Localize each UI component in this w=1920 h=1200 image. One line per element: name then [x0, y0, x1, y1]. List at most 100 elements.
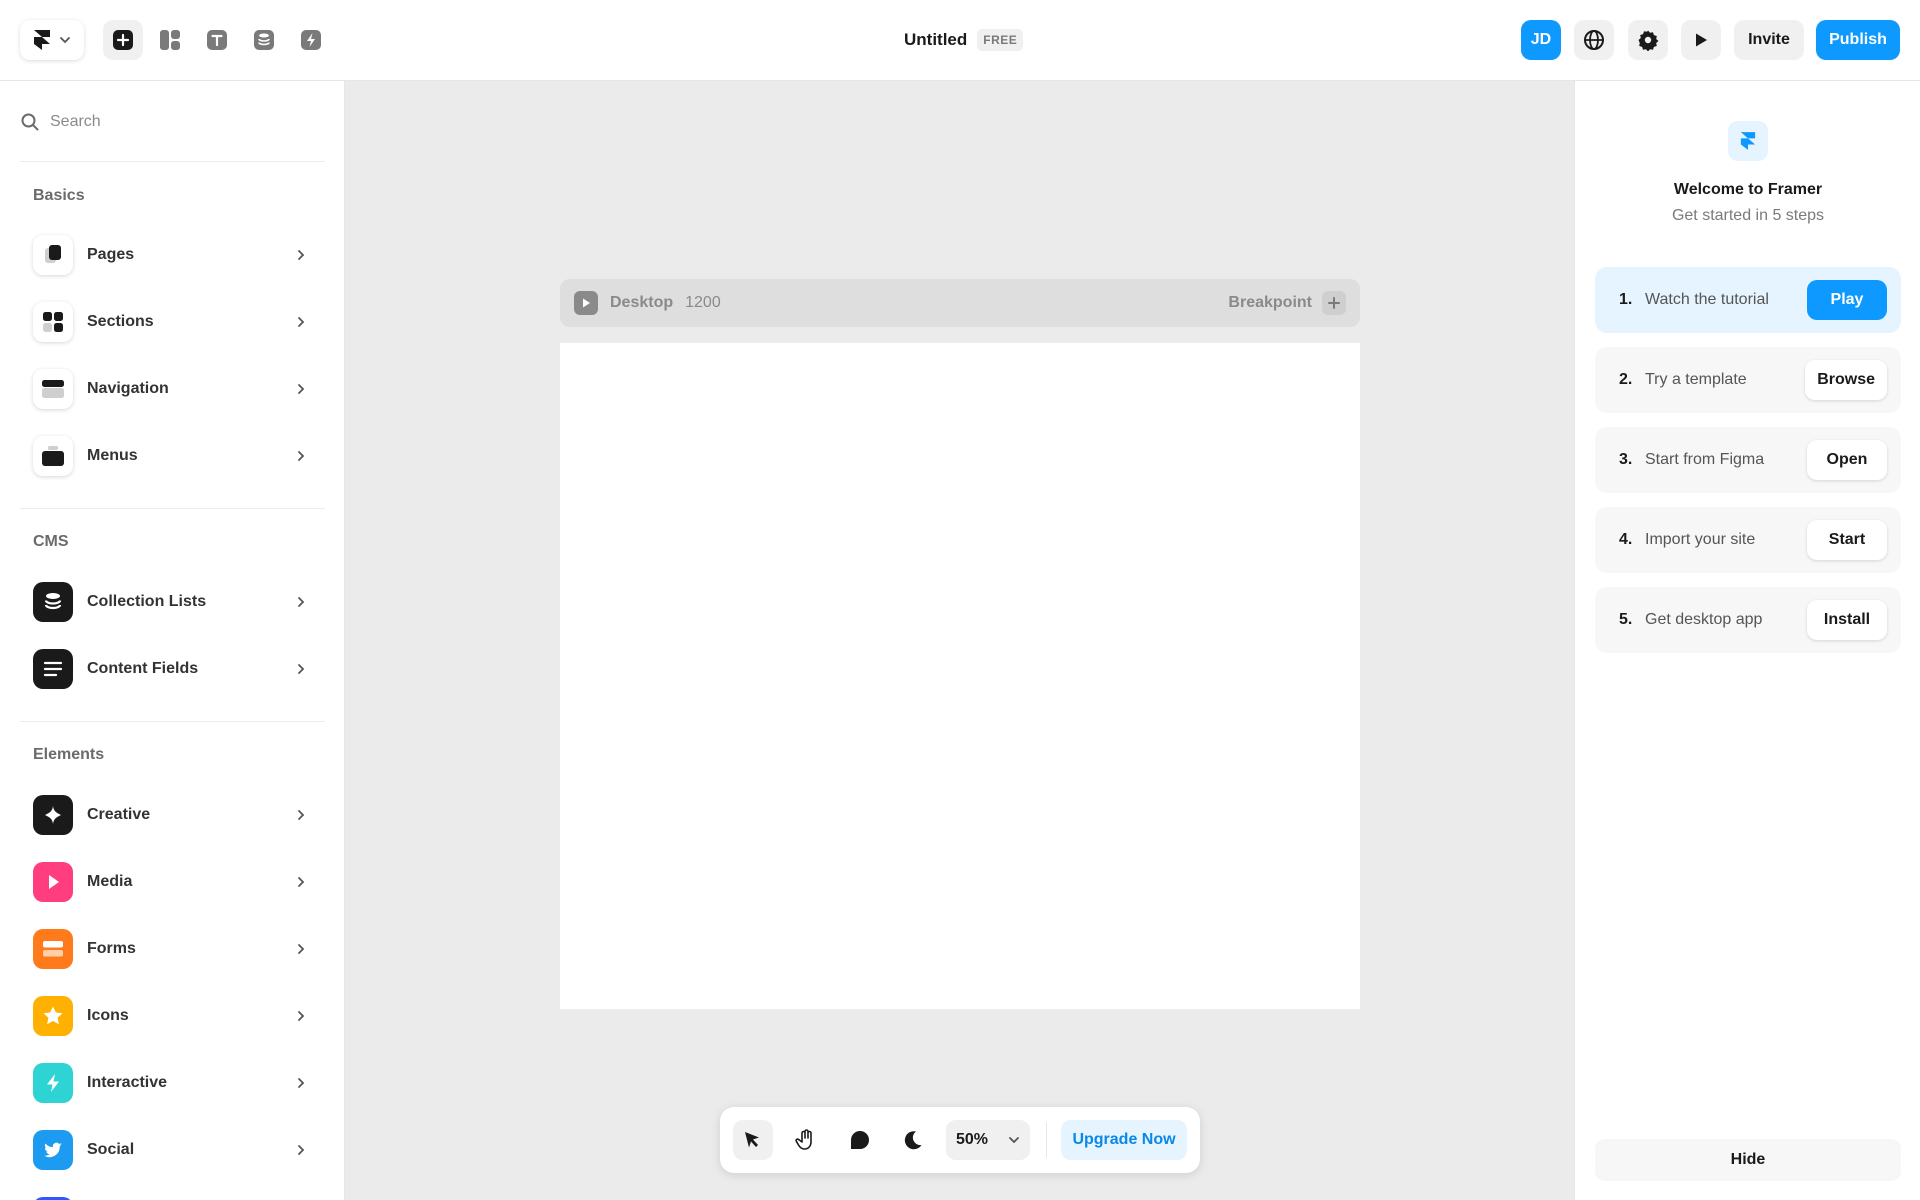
onboarding-step[interactable]: 3. Start from Figma Open	[1595, 427, 1901, 493]
sidebar-item-media[interactable]: Media	[20, 854, 325, 910]
menus-icon	[33, 436, 73, 476]
zoom-select[interactable]: 50%	[946, 1120, 1030, 1160]
layout-button[interactable]	[150, 20, 190, 60]
globe-icon	[1584, 30, 1604, 50]
hand-tool-button[interactable]	[786, 1120, 826, 1160]
sidebar-item-icons[interactable]: Icons	[20, 988, 325, 1044]
chevron-right-icon	[293, 448, 309, 464]
onboarding-step[interactable]: 4. Import your site Start	[1595, 507, 1901, 573]
sidebar-item-label: Media	[87, 873, 133, 890]
frame-header[interactable]: Desktop 1200 Breakpoint	[560, 279, 1360, 327]
welcome-panel: Welcome to Framer Get started in 5 steps…	[1574, 81, 1920, 1200]
sidebar-item-creative[interactable]: Creative	[20, 787, 325, 843]
frame-preview-button[interactable]	[574, 291, 598, 315]
sidebar-item-label: Social	[87, 1141, 135, 1158]
sidebar-item-label: Interactive	[87, 1074, 168, 1091]
divider	[20, 161, 325, 162]
step-number: 1.	[1619, 291, 1633, 308]
comment-tool-button[interactable]	[840, 1120, 880, 1160]
search-bar[interactable]	[20, 105, 325, 139]
layout-icon	[160, 30, 180, 50]
star-icon	[33, 996, 73, 1036]
chevron-down-icon	[60, 37, 70, 44]
bolt-icon	[301, 30, 321, 50]
browse-templates-button[interactable]: Browse	[1805, 360, 1887, 400]
play-icon	[1696, 33, 1707, 47]
select-tool-button[interactable]	[733, 1120, 773, 1160]
sidebar-item-label: Creative	[87, 806, 151, 823]
sidebar-item-sections[interactable]: Sections	[20, 294, 325, 350]
interactions-button[interactable]	[291, 20, 331, 60]
invite-button[interactable]: Invite	[1734, 20, 1804, 60]
desktop-frame[interactable]	[560, 343, 1360, 1009]
step-text: Import your site	[1645, 531, 1756, 548]
gear-icon	[1638, 30, 1659, 51]
section-label-cms: CMS	[33, 533, 69, 550]
onboarding-step[interactable]: 1. Watch the tutorial Play	[1595, 267, 1901, 333]
sidebar-item-partial[interactable]	[20, 1189, 325, 1200]
insert-sidebar: Basics Pages Sections Navigation Menus C…	[0, 81, 345, 1200]
play-tutorial-button[interactable]: Play	[1807, 280, 1887, 320]
cursor-icon	[745, 1132, 759, 1148]
chevron-right-icon	[293, 314, 309, 330]
user-avatar[interactable]: JD	[1521, 20, 1561, 60]
breakpoint-label: Breakpoint	[1228, 294, 1312, 311]
sidebar-item-label: Collection Lists	[87, 593, 207, 610]
preview-button[interactable]	[1681, 20, 1721, 60]
chevron-right-icon	[293, 661, 309, 677]
document-name[interactable]: Untitled	[904, 30, 967, 50]
frame-width: 1200	[685, 294, 721, 311]
section-label-elements: Elements	[33, 746, 105, 763]
sidebar-item-social[interactable]: Social	[20, 1122, 325, 1178]
sidebar-item-interactive[interactable]: Interactive	[20, 1055, 325, 1111]
hand-icon	[795, 1129, 812, 1150]
sections-icon	[33, 302, 73, 342]
welcome-title: Welcome to Framer	[1673, 181, 1823, 198]
sidebar-item-collection-lists[interactable]: Collection Lists	[20, 574, 325, 630]
step-text: Watch the tutorial	[1645, 291, 1769, 308]
hide-panel-button[interactable]: Hide	[1595, 1139, 1901, 1181]
text-lines-icon	[33, 649, 73, 689]
search-input[interactable]	[50, 113, 310, 131]
pages-icon	[33, 235, 73, 275]
chevron-right-icon	[293, 1075, 309, 1091]
sidebar-item-navigation[interactable]: Navigation	[20, 361, 325, 417]
sidebar-item-forms[interactable]: Forms	[20, 921, 325, 977]
chevron-down-icon	[1009, 1137, 1019, 1144]
plus-icon	[1328, 297, 1340, 309]
twitter-icon	[33, 1130, 73, 1170]
zoom-value: 50%	[956, 1131, 989, 1148]
step-number: 2.	[1619, 371, 1633, 388]
open-figma-button[interactable]: Open	[1807, 440, 1887, 480]
upgrade-button[interactable]: Upgrade Now	[1061, 1120, 1187, 1160]
insert-button[interactable]	[103, 20, 143, 60]
sparkle-icon	[33, 795, 73, 835]
onboarding-step[interactable]: 2. Try a template Browse	[1595, 347, 1901, 413]
sidebar-item-label: Menus	[87, 447, 138, 464]
sidebar-item-content-fields[interactable]: Content Fields	[20, 641, 325, 697]
sidebar-item-pages[interactable]: Pages	[20, 227, 325, 283]
dark-mode-button[interactable]	[893, 1120, 933, 1160]
publish-button[interactable]: Publish	[1816, 20, 1900, 60]
welcome-subtitle: Get started in 5 steps	[1671, 207, 1825, 224]
chevron-right-icon	[293, 874, 309, 890]
cms-button[interactable]	[244, 20, 284, 60]
chevron-right-icon	[293, 1142, 309, 1158]
framer-menu-button[interactable]	[20, 20, 84, 60]
section-label-basics: Basics	[33, 187, 85, 204]
add-breakpoint-button[interactable]	[1322, 291, 1346, 315]
settings-button[interactable]	[1628, 20, 1668, 60]
install-app-button[interactable]: Install	[1807, 600, 1887, 640]
import-site-button[interactable]: Start	[1807, 520, 1887, 560]
sidebar-item-label: Sections	[87, 313, 154, 330]
sidebar-item-menus[interactable]: Menus	[20, 428, 325, 484]
site-settings-button[interactable]	[1574, 20, 1614, 60]
chevron-right-icon	[293, 1008, 309, 1024]
document-title[interactable]: Untitled FREE	[904, 28, 1024, 52]
onboarding-step[interactable]: 5. Get desktop app Install	[1595, 587, 1901, 653]
text-button[interactable]	[197, 20, 237, 60]
chevron-right-icon	[293, 594, 309, 610]
canvas[interactable]: Desktop 1200 Breakpoint 50% Upgrade Now	[346, 81, 1574, 1200]
chevron-right-icon	[293, 247, 309, 263]
framer-logo-icon	[34, 30, 50, 50]
